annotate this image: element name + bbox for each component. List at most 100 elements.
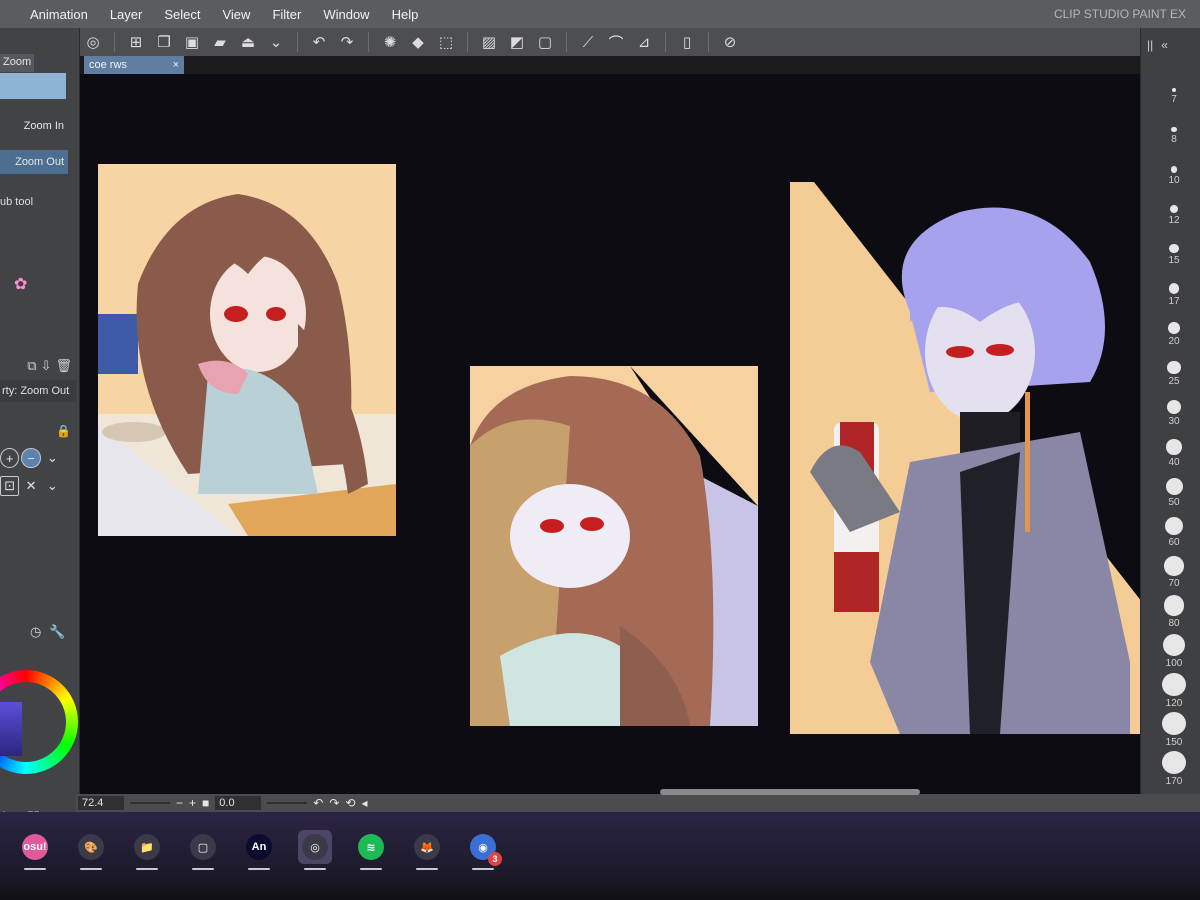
artwork-panel-3 <box>790 182 1142 734</box>
menu-view[interactable]: View <box>222 7 250 22</box>
chevron-down-icon[interactable]: ⌄ <box>43 448 62 468</box>
menu-select[interactable]: Select <box>164 7 200 22</box>
close-icon[interactable]: × <box>173 59 179 71</box>
brush-size-item[interactable]: 25 <box>1151 361 1197 397</box>
double-chevron-icon[interactable]: « <box>1161 38 1168 52</box>
document-tab[interactable]: coe rws × <box>84 56 184 74</box>
angle-value-field[interactable]: 0.0 <box>215 796 262 810</box>
separator <box>665 32 666 52</box>
taskbar-file-explorer-icon[interactable]: 📁 <box>130 830 164 870</box>
brush-size-item[interactable]: 170 <box>1151 751 1197 787</box>
rotate-left-icon[interactable]: ↶ <box>313 796 323 810</box>
taskbar-firefox-icon[interactable]: 🦊 <box>410 830 444 870</box>
import-icon[interactable]: ⇩ <box>41 358 52 378</box>
taskbar-messenger-icon[interactable]: ◉ 3 <box>466 830 502 870</box>
trash-icon[interactable]: 🗑 <box>55 358 72 378</box>
stop-icon[interactable]: ■ <box>202 796 209 810</box>
chevron-down-icon[interactable]: ⌄ <box>43 476 62 496</box>
menu-filter[interactable]: Filter <box>272 7 301 22</box>
brush-size-item[interactable]: 120 <box>1151 673 1197 709</box>
save-icon[interactable]: ⏏ <box>237 31 259 53</box>
brush-size-item[interactable]: 150 <box>1151 712 1197 748</box>
taskbar-animate-icon[interactable]: An <box>242 830 276 870</box>
brush-size-item[interactable]: 30 <box>1151 400 1197 436</box>
open-folder-icon[interactable]: ▰ <box>209 31 231 53</box>
clock-icon[interactable]: ◷ <box>30 624 41 640</box>
chevron-down-icon[interactable]: ⌄ <box>265 31 287 53</box>
brush-size-dot <box>1171 127 1177 133</box>
brush-size-label: 40 <box>1168 456 1180 468</box>
running-indicator <box>304 868 326 870</box>
menu-layer[interactable]: Layer <box>110 7 143 22</box>
menu-animation[interactable]: Animation <box>30 7 88 22</box>
assets-icon[interactable]: ⊘ <box>719 31 741 53</box>
new-file-icon[interactable]: ❐ <box>153 31 175 53</box>
wrench-icon[interactable]: 🔧 <box>49 624 65 640</box>
brush-size-item[interactable]: 17 <box>1151 283 1197 319</box>
clear-selection-icon[interactable]: ▨ <box>478 31 500 53</box>
taskbar-clip-studio-paint-icon[interactable]: ◎ <box>298 830 332 870</box>
flip-icon[interactable]: ◂ <box>361 796 367 810</box>
horizontal-scrollbar[interactable] <box>660 789 920 795</box>
taskbar-paint-icon[interactable]: 🎨 <box>74 830 108 870</box>
fill-icon[interactable]: ◆ <box>407 31 429 53</box>
canvas-area[interactable] <box>80 74 1142 796</box>
separator <box>368 32 369 52</box>
zoom-in-tool[interactable]: Zoom In <box>0 114 68 138</box>
collapse-icon[interactable]: || <box>1147 38 1153 52</box>
special-ruler-snap-icon[interactable]: ⌒ <box>605 31 627 53</box>
redo-icon[interactable]: ↷ <box>336 31 358 53</box>
export-icon[interactable]: ▣ <box>181 31 203 53</box>
lock-icon[interactable]: 🔒 <box>56 424 71 438</box>
zoom-value-field[interactable]: 72.4 <box>78 796 124 810</box>
zoom-out-tool[interactable]: Zoom Out <box>0 150 68 174</box>
brush-size-item[interactable]: 7 <box>1151 88 1197 124</box>
brush-size-item[interactable]: 20 <box>1151 322 1197 358</box>
brush-size-item[interactable]: 70 <box>1151 556 1197 592</box>
new-canvas-icon[interactable]: ⊞ <box>125 31 147 53</box>
smartphone-icon[interactable]: ▯ <box>676 31 698 53</box>
brush-size-dot <box>1162 634 1186 657</box>
taskbar-app-glyph: osu! <box>22 834 48 860</box>
reset-rotation-icon[interactable]: ⟲ <box>345 796 355 810</box>
transform-icon[interactable]: ⬚ <box>435 31 457 53</box>
tab-zoom[interactable]: Zoom <box>0 54 34 72</box>
brush-size-item[interactable]: 100 <box>1151 634 1197 670</box>
rotation-slider[interactable] <box>267 802 308 804</box>
zoom-minus-icon[interactable]: − <box>21 448 41 468</box>
brush-size-item[interactable]: 15 <box>1151 244 1197 280</box>
zoom-slider[interactable] <box>130 802 170 804</box>
loading-icon[interactable]: ✺ <box>379 31 401 53</box>
color-saturation-square[interactable] <box>0 702 22 756</box>
menu-window[interactable]: Window <box>323 7 369 22</box>
rotate-right-icon[interactable]: ↷ <box>329 796 339 810</box>
brush-size-item[interactable]: 80 <box>1151 595 1197 631</box>
brush-size-dot <box>1163 595 1185 616</box>
copy-icon[interactable]: ⧉ <box>27 358 36 378</box>
invert-selection-icon[interactable]: ◩ <box>506 31 528 53</box>
taskbar-clip-studio-launcher-icon[interactable]: ▢ <box>186 830 220 870</box>
brush-size-item[interactable]: 10 <box>1151 166 1197 202</box>
zoom-area-icon[interactable]: ⊡ <box>0 476 20 496</box>
grid-snap-icon[interactable]: ⊿ <box>633 31 655 53</box>
taskbar-spotify-icon[interactable]: ≋ <box>354 830 388 870</box>
brush-size-item[interactable]: 8 <box>1151 127 1197 163</box>
selection-border-icon[interactable]: ▢ <box>534 31 556 53</box>
artwork-panel-2 <box>470 366 758 726</box>
undo-icon[interactable]: ↶ <box>308 31 330 53</box>
sub-tool-pink-icon[interactable]: ✿ <box>14 274 38 294</box>
taskbar-app-glyph: An <box>246 834 272 860</box>
zoom-plus-icon[interactable]: + <box>0 448 20 468</box>
zoom-in-button[interactable]: + <box>189 796 196 810</box>
menu-help[interactable]: Help <box>392 7 419 22</box>
brush-size-item[interactable]: 50 <box>1151 478 1197 514</box>
taskbar-app-glyph: 🦊 <box>414 834 440 860</box>
taskbar-osu-icon[interactable]: osu! <box>18 830 52 870</box>
brush-size-item[interactable]: 40 <box>1151 439 1197 475</box>
clip-studio-icon[interactable]: ◎ <box>82 31 104 53</box>
zoom-close-icon[interactable]: ✕ <box>21 476 40 496</box>
brush-size-item[interactable]: 60 <box>1151 517 1197 553</box>
brush-size-item[interactable]: 12 <box>1151 205 1197 241</box>
zoom-out-button[interactable]: − <box>176 796 183 810</box>
ruler-snap-icon[interactable]: ⟋ <box>577 31 599 53</box>
